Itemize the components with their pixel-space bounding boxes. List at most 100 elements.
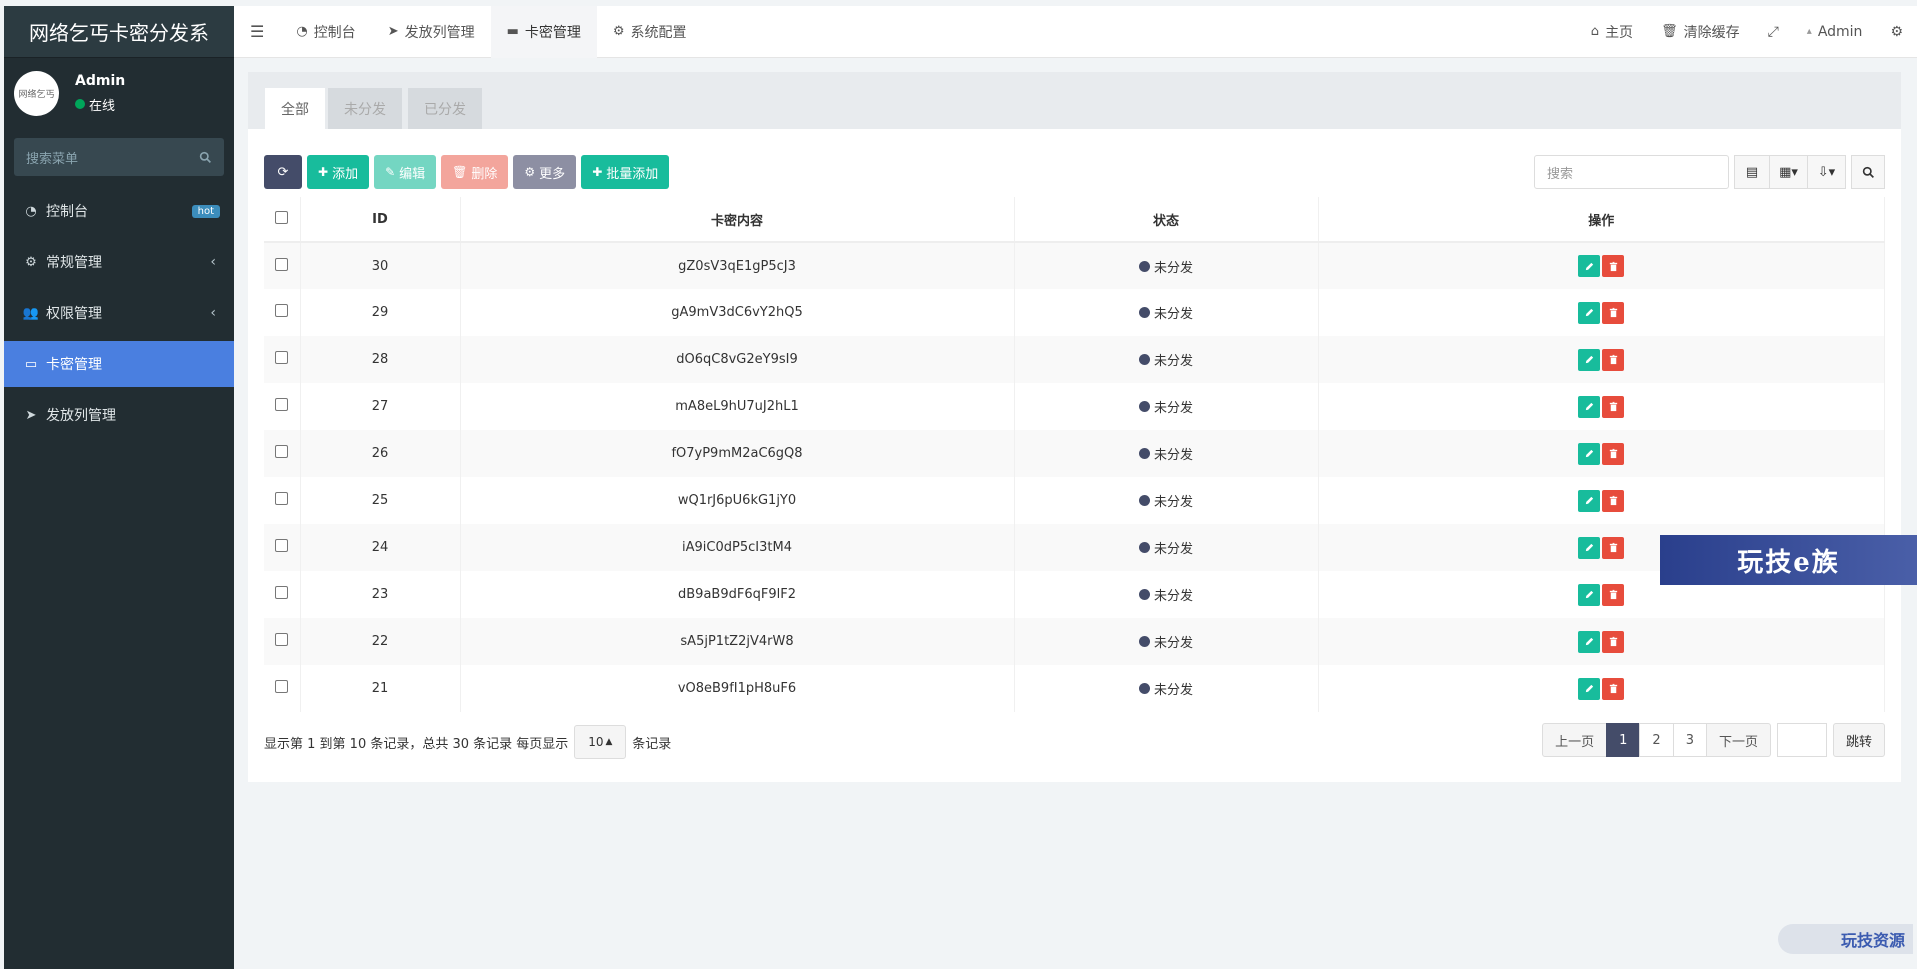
delete-button[interactable]: 🗑 删除 — [441, 155, 509, 189]
row-delete-button[interactable] — [1602, 677, 1625, 700]
cell-actions — [1318, 665, 1885, 712]
row-delete-button[interactable] — [1602, 348, 1625, 371]
col-content[interactable]: 卡密内容 — [460, 197, 1015, 243]
batch-add-button[interactable]: ✚ 批量添加 — [581, 155, 670, 189]
row-edit-button[interactable] — [1578, 489, 1601, 512]
app-title[interactable]: 网络乞丐卡密分发系 — [4, 6, 234, 58]
cell-id: 29 — [300, 289, 461, 336]
sidebar-item-distribution[interactable]: ➤ 发放列管理 — [4, 392, 234, 438]
row-edit-button[interactable] — [1578, 677, 1601, 700]
sidebar-search-input[interactable]: 搜索菜单 — [14, 138, 224, 176]
row-edit-button[interactable] — [1578, 348, 1601, 371]
filter-tab-all[interactable]: 全部 — [265, 88, 325, 129]
table-row[interactable]: 22 sA5jP1tZ2jV4rW8 未分发 — [264, 618, 1885, 665]
export-button[interactable]: ⇩▾ — [1808, 155, 1846, 189]
table-row[interactable]: 29 gA9mV3dC6vY2hQ5 未分发 — [264, 289, 1885, 336]
page-size-select[interactable]: 10 ▲ — [574, 725, 627, 759]
advanced-search-button[interactable] — [1851, 155, 1885, 189]
tab-label: 控制台 — [313, 24, 356, 41]
table-row[interactable]: 24 iA9iC0dP5cI3tM4 未分发 — [264, 524, 1885, 571]
row-delete-button[interactable] — [1602, 583, 1625, 606]
sidebar-item-dashboard[interactable]: ◔ 控制台 hot — [4, 188, 234, 234]
fullscreen-button[interactable]: ⤢ — [1754, 6, 1793, 58]
row-delete-button[interactable] — [1602, 442, 1625, 465]
more-button[interactable]: ⚙ 更多 — [513, 155, 577, 189]
select-all-checkbox[interactable] — [275, 210, 289, 224]
gear-icon: ⚙ — [524, 165, 536, 179]
dashboard-icon: ◔ — [296, 24, 308, 39]
row-checkbox[interactable] — [275, 680, 289, 693]
col-id[interactable]: ID — [300, 197, 461, 243]
row-checkbox[interactable] — [275, 633, 289, 646]
table-row[interactable]: 25 wQ1rJ6pU6kG1jY0 未分发 — [264, 477, 1885, 524]
row-edit-button[interactable] — [1578, 536, 1601, 559]
admin-menu[interactable]: ▴ Admin — [1793, 6, 1877, 58]
row-checkbox[interactable] — [275, 539, 289, 552]
filter-tab-undistributed[interactable]: 未分发 — [328, 88, 402, 129]
status-dot-icon — [1138, 448, 1150, 459]
jump-page-input[interactable] — [1776, 723, 1827, 757]
row-delete-button[interactable] — [1602, 301, 1625, 324]
table-row[interactable]: 26 fO7yP9mM2aC6gQ8 未分发 — [264, 430, 1885, 477]
table-row[interactable]: 21 vO8eB9fI1pH8uF6 未分发 — [264, 665, 1885, 712]
cell-actions — [1318, 618, 1885, 665]
row-delete-button[interactable] — [1602, 395, 1625, 418]
edit-button[interactable]: ✎ 编辑 — [374, 155, 437, 189]
table-row[interactable]: 30 gZ0sV3qE1gP5cJ3 未分发 — [264, 242, 1885, 289]
settings-button[interactable]: ⚙ — [1876, 6, 1917, 58]
menu-toggle-button[interactable]: ☰ — [234, 6, 280, 58]
page-1-button[interactable]: 1 — [1606, 723, 1641, 757]
sidebar-item-cards[interactable]: ▭ 卡密管理 — [4, 341, 234, 387]
row-select-cell — [264, 242, 301, 289]
cell-content: fO7yP9mM2aC6gQ8 — [460, 430, 1015, 477]
row-edit-button[interactable] — [1578, 255, 1601, 277]
row-checkbox[interactable] — [275, 445, 289, 458]
row-edit-button[interactable] — [1578, 442, 1601, 465]
columns-button[interactable]: ▦▾ — [1770, 155, 1808, 189]
sidebar-item-auth[interactable]: 👥 权限管理 ‹ — [4, 290, 234, 336]
row-delete-button[interactable] — [1602, 630, 1625, 653]
cell-status: 未分发 — [1014, 430, 1319, 477]
row-checkbox[interactable] — [275, 492, 289, 505]
table-row[interactable]: 27 mA8eL9hU7uJ2hL1 未分发 — [264, 383, 1885, 430]
toggle-view-button[interactable]: ▤ — [1734, 155, 1770, 189]
row-select-cell — [264, 430, 301, 477]
page-2-button[interactable]: 2 — [1639, 723, 1674, 757]
table-search-input[interactable]: 搜索 — [1534, 155, 1729, 189]
tab-cards[interactable]: ▬ 卡密管理 — [490, 5, 597, 58]
page-3-button[interactable]: 3 — [1672, 723, 1707, 757]
table-row[interactable]: 28 dO6qC8vG2eY9sI9 未分发 — [264, 336, 1885, 383]
cell-status: 未分发 — [1014, 618, 1319, 665]
row-checkbox[interactable] — [275, 351, 289, 364]
jump-button[interactable]: 跳转 — [1832, 723, 1885, 757]
row-delete-button[interactable] — [1602, 255, 1625, 277]
clear-cache-button[interactable]: 🗑 清除缓存 — [1647, 6, 1754, 58]
row-delete-button[interactable] — [1602, 536, 1625, 559]
status-dot-icon — [1138, 636, 1150, 647]
prev-page-button[interactable]: 上一页 — [1542, 723, 1608, 757]
cell-status: 未分发 — [1014, 665, 1319, 712]
cell-id: 24 — [300, 524, 461, 571]
row-edit-button[interactable] — [1578, 583, 1601, 606]
tab-distribution[interactable]: ➤ 发放列管理 — [372, 6, 491, 58]
filter-tab-distributed[interactable]: 已分发 — [408, 88, 482, 129]
sidebar-item-general[interactable]: ⚙ 常规管理 ‹ — [4, 239, 234, 285]
row-checkbox[interactable] — [275, 304, 289, 317]
refresh-button[interactable]: ⟳ — [264, 155, 302, 189]
row-edit-button[interactable] — [1578, 301, 1601, 324]
row-checkbox[interactable] — [275, 257, 289, 271]
row-checkbox[interactable] — [275, 398, 289, 411]
tab-config[interactable]: ⚙ 系统配置 — [597, 6, 703, 58]
row-checkbox[interactable] — [275, 586, 289, 599]
row-delete-button[interactable] — [1602, 489, 1625, 512]
col-status[interactable]: 状态 — [1014, 197, 1319, 243]
table-row[interactable]: 23 dB9aB9dF6qF9lF2 未分发 — [264, 571, 1885, 618]
row-edit-button[interactable] — [1578, 395, 1601, 418]
row-edit-button[interactable] — [1578, 630, 1601, 653]
table-search-placeholder: 搜索 — [1547, 166, 1574, 182]
add-button[interactable]: ✚ 添加 — [307, 155, 370, 189]
cell-actions — [1318, 242, 1885, 289]
tab-dashboard[interactable]: ◔ 控制台 — [280, 6, 371, 58]
home-link[interactable]: ⌂ 主页 — [1577, 6, 1647, 58]
next-page-button[interactable]: 下一页 — [1705, 723, 1771, 757]
